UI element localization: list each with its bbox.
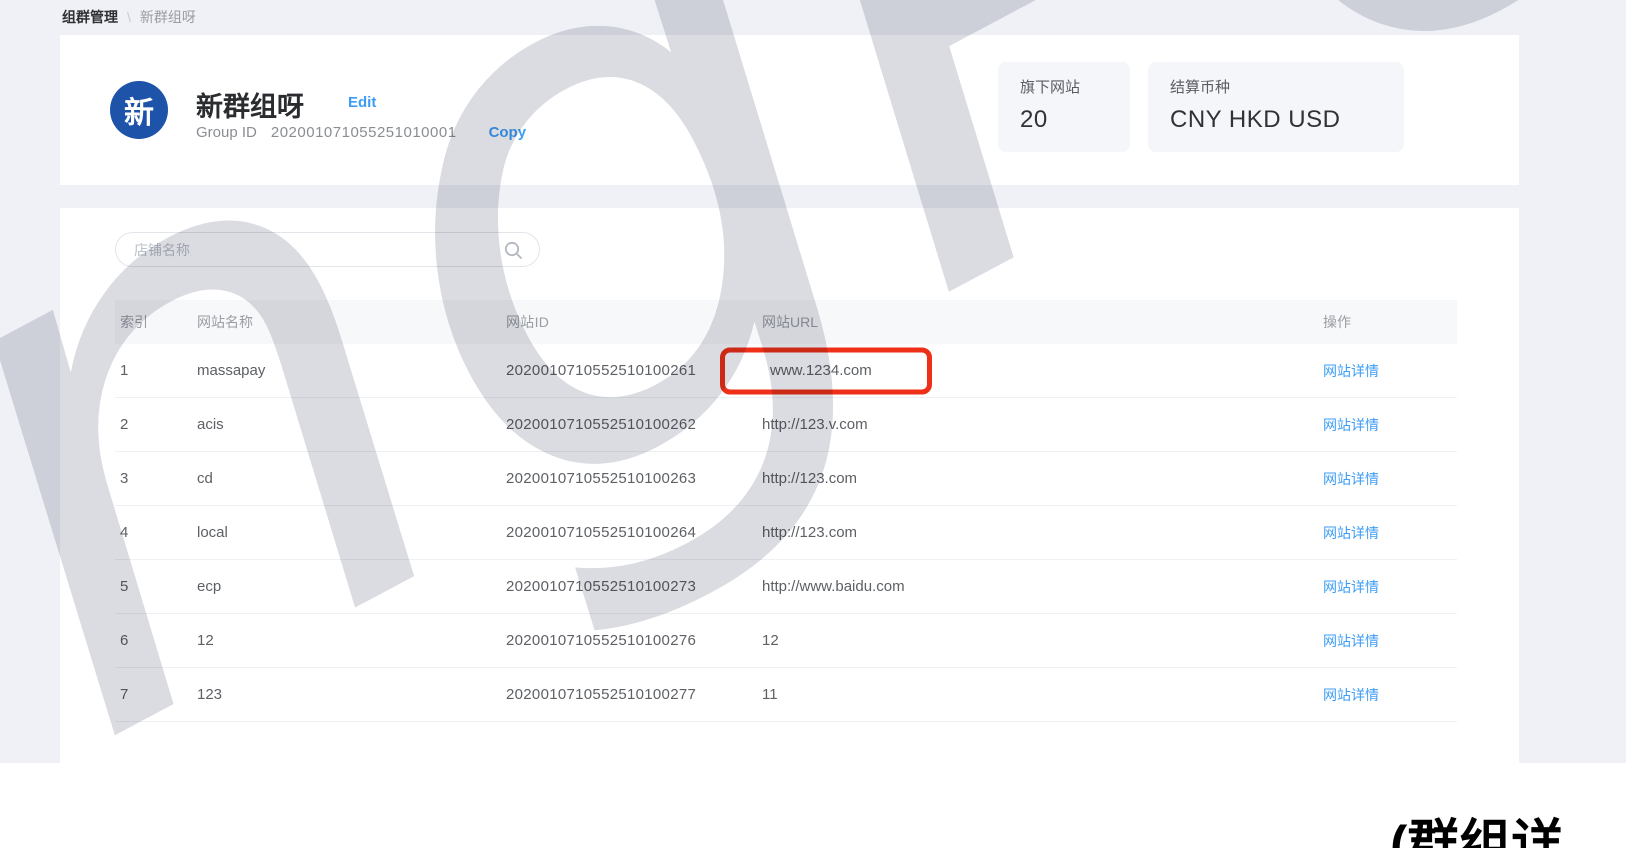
table-header-row: 索引 网站名称 网站ID 网站URL 操作 <box>115 300 1457 344</box>
cell-site-id: 2020010710552510100262 <box>506 416 762 433</box>
cell-site-url: http://www.baidu.com <box>762 578 1323 595</box>
site-detail-link[interactable]: 网站详情 <box>1323 579 1379 595</box>
cell-site-name: massapay <box>197 362 506 379</box>
search-input[interactable] <box>134 242 503 258</box>
group-id-label: Group ID <box>196 124 257 141</box>
site-url-text: 12 <box>762 632 779 649</box>
stat-value: 20 <box>1020 106 1108 134</box>
stat-value: CNY HKD USD <box>1170 106 1382 134</box>
cell-site-url: http://123.com <box>762 524 1323 541</box>
breadcrumb-separator: \ <box>127 9 131 25</box>
table-row: 2 acis 2020010710552510100262 http://123… <box>115 398 1457 452</box>
cell-index: 6 <box>115 632 197 649</box>
site-detail-link[interactable]: 网站详情 <box>1323 633 1379 649</box>
site-url-text: 11 <box>762 686 778 703</box>
footer-clipped-note: (群组详 <box>1390 802 1563 848</box>
column-header-index: 索引 <box>115 312 197 332</box>
cell-site-id: 2020010710552510100276 <box>506 632 762 649</box>
column-header-site-id: 网站ID <box>506 312 762 332</box>
search-icon[interactable] <box>503 240 523 260</box>
site-table: 索引 网站名称 网站ID 网站URL 操作 1 massapay 2020010… <box>115 300 1457 722</box>
cell-index: 4 <box>115 524 197 541</box>
site-url-text: http://123.com <box>762 524 857 541</box>
edit-group-button[interactable]: Edit <box>348 94 376 111</box>
group-id-value: 202001071055251010001 <box>271 124 457 141</box>
group-header-card: 新 新群组呀 Edit Group ID 2020010710552510100… <box>60 35 1519 185</box>
site-list-card: 索引 网站名称 网站ID 网站URL 操作 1 massapay 2020010… <box>60 208 1519 763</box>
site-url-text: http://www.baidu.com <box>762 578 905 595</box>
stat-label: 旗下网站 <box>1020 76 1108 97</box>
cell-site-name: ecp <box>197 578 506 595</box>
site-detail-link[interactable]: 网站详情 <box>1323 687 1379 703</box>
table-row: 4 local 2020010710552510100264 http://12… <box>115 506 1457 560</box>
cell-site-id: 2020010710552510100273 <box>506 578 762 595</box>
cell-site-url: 11 <box>762 686 1323 703</box>
column-header-action: 操作 <box>1323 312 1457 332</box>
table-row: 7 123 2020010710552510100277 11 网站详情 <box>115 668 1457 722</box>
stat-card-sites: 旗下网站 20 <box>998 62 1130 152</box>
cell-index: 5 <box>115 578 197 595</box>
column-header-url: 网站URL <box>762 312 1323 332</box>
group-avatar: 新 <box>110 81 168 139</box>
cell-site-name: 12 <box>197 632 506 649</box>
cell-site-name: cd <box>197 470 506 487</box>
cell-index: 3 <box>115 470 197 487</box>
table-body: 1 massapay 2020010710552510100261 www.12… <box>115 344 1457 722</box>
site-detail-link[interactable]: 网站详情 <box>1323 363 1379 379</box>
cell-site-name: local <box>197 524 506 541</box>
cell-site-id: 2020010710552510100263 <box>506 470 762 487</box>
column-header-name: 网站名称 <box>197 312 506 332</box>
search-box[interactable] <box>115 232 540 267</box>
site-url-text: http://123.com <box>762 470 857 487</box>
site-url-text: http://123.v.com <box>762 416 868 433</box>
site-url-text: www.1234.com <box>762 362 872 379</box>
cell-index: 7 <box>115 686 197 703</box>
cell-site-url: www.1234.com <box>762 362 1323 379</box>
table-row: 3 cd 2020010710552510100263 http://123.c… <box>115 452 1457 506</box>
table-row: 1 massapay 2020010710552510100261 www.12… <box>115 344 1457 398</box>
cell-site-name: acis <box>197 416 506 433</box>
group-title: 新群组呀 <box>196 85 304 124</box>
cell-site-id: 2020010710552510100264 <box>506 524 762 541</box>
site-detail-link[interactable]: 网站详情 <box>1323 525 1379 541</box>
site-detail-link[interactable]: 网站详情 <box>1323 471 1379 487</box>
stat-card-currencies: 结算币种 CNY HKD USD <box>1148 62 1404 152</box>
cell-site-id: 2020010710552510100277 <box>506 686 762 703</box>
cell-site-url: http://123.com <box>762 470 1323 487</box>
group-id-row: Group ID 202001071055251010001 Copy <box>196 124 526 141</box>
breadcrumb-current: 新群组呀 <box>140 7 196 27</box>
cell-site-url: http://123.v.com <box>762 416 1323 433</box>
cell-index: 1 <box>115 362 197 379</box>
cell-index: 2 <box>115 416 197 433</box>
stat-label: 结算币种 <box>1170 76 1382 97</box>
table-row: 5 ecp 2020010710552510100273 http://www.… <box>115 560 1457 614</box>
breadcrumb-root[interactable]: 组群管理 <box>62 7 118 27</box>
copy-group-id-button[interactable]: Copy <box>489 124 527 141</box>
cell-site-name: 123 <box>197 686 506 703</box>
table-row: 6 12 2020010710552510100276 12 网站详情 <box>115 614 1457 668</box>
site-detail-link[interactable]: 网站详情 <box>1323 417 1379 433</box>
breadcrumb: 组群管理 \ 新群组呀 <box>62 7 196 27</box>
cell-site-id: 2020010710552510100261 <box>506 362 762 379</box>
cell-site-url: 12 <box>762 632 1323 649</box>
